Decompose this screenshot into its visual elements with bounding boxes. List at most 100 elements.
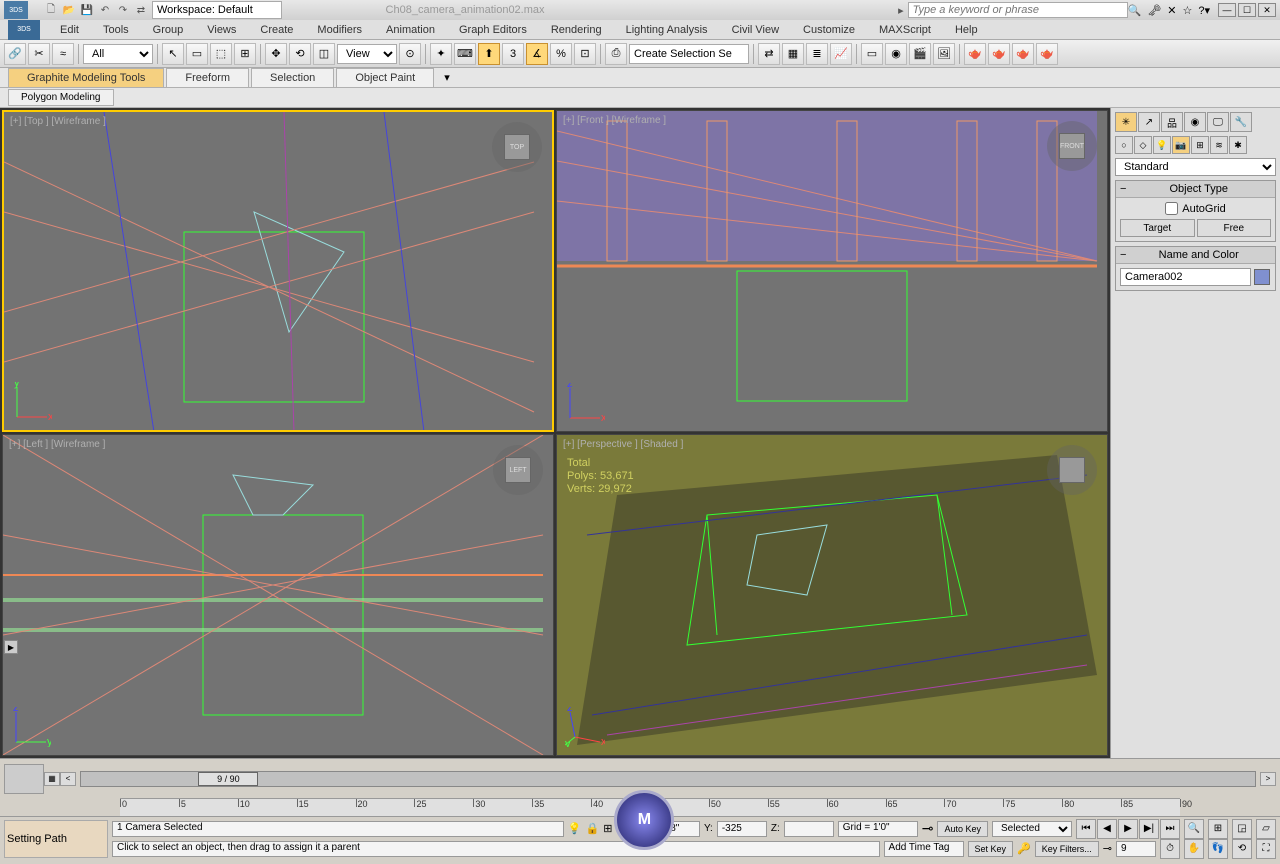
cameras-cat[interactable]: 📷 [1172, 136, 1190, 154]
curve-editor-button[interactable]: 📈 [830, 43, 852, 65]
select-button[interactable]: ↖ [162, 43, 184, 65]
autokey-button[interactable]: Auto Key [937, 821, 988, 837]
rollout-header-nc[interactable]: −Name and Color [1116, 247, 1275, 264]
vp-front-label[interactable]: [+] [Front ] [Wireframe ] [563, 115, 666, 126]
time-tag[interactable]: Add Time Tag [884, 841, 964, 857]
modify-tab[interactable]: ↗ [1138, 112, 1160, 132]
ribbon-selection[interactable]: Selection [251, 68, 334, 87]
geometry-cat[interactable]: ○ [1115, 136, 1133, 154]
create-tab[interactable]: ✳ [1115, 112, 1137, 132]
free-button[interactable]: Free [1197, 219, 1272, 237]
target-button[interactable]: Target [1120, 219, 1195, 237]
snap-button[interactable]: ⬆ [478, 43, 500, 65]
named-sel-dropdown[interactable] [629, 44, 749, 64]
play-button[interactable]: ▶ [1118, 819, 1138, 839]
systems-cat[interactable]: ✱ [1229, 136, 1247, 154]
menu-lighting[interactable]: Lighting Analysis [614, 24, 720, 36]
render-as-button[interactable]: 🫖 [1036, 43, 1058, 65]
setkey-icon[interactable]: 🔑 [1017, 842, 1031, 855]
ref-coord-dropdown[interactable]: View [337, 44, 397, 64]
exchange-icon[interactable]: ✕ [1167, 4, 1176, 17]
menu-edit[interactable]: Edit [48, 24, 91, 36]
nav-zoomext-button[interactable]: ◲ [1232, 819, 1252, 839]
hierarchy-tab[interactable]: 品 [1161, 112, 1183, 132]
curve-editor-mini[interactable]: ▦ [44, 772, 60, 786]
close-button[interactable]: ✕ [1258, 3, 1276, 17]
play-animation-icon[interactable]: ▶ [4, 640, 18, 654]
object-name-input[interactable] [1120, 268, 1251, 286]
menu-rendering[interactable]: Rendering [539, 24, 614, 36]
menu-help[interactable]: Help [943, 24, 990, 36]
scale-button[interactable]: ◫ [313, 43, 335, 65]
move-button[interactable]: ✥ [265, 43, 287, 65]
vp-left-label[interactable]: [+] [Left ] [Wireframe ] [9, 439, 105, 450]
isolate-icon[interactable]: ⊞ [603, 822, 612, 835]
open-icon[interactable]: 📂 [62, 3, 76, 17]
percent-snap-button[interactable]: ∡ [526, 43, 548, 65]
save-icon[interactable]: 💾 [80, 3, 94, 17]
utilities-tab[interactable]: 🔧 [1230, 112, 1252, 132]
category-dropdown[interactable]: Standard [1115, 158, 1276, 176]
menu-tools[interactable]: Tools [91, 24, 141, 36]
viewport-left[interactable]: [+] [Left ] [Wireframe ] LEFT yz [2, 434, 554, 756]
keyboard-button[interactable]: ⌨ [454, 43, 476, 65]
ribbon-graphite[interactable]: Graphite Modeling Tools [8, 68, 164, 87]
app-menu[interactable]: 3DS [8, 20, 40, 40]
setkey-button[interactable]: Set Key [968, 841, 1014, 857]
key-icon[interactable]: 🗝 [1147, 4, 1161, 17]
menu-group[interactable]: Group [141, 24, 196, 36]
ribbon-freeform[interactable]: Freeform [166, 68, 249, 87]
viewcube-front[interactable]: FRONT [1047, 121, 1097, 171]
undo-icon[interactable]: ↶ [98, 3, 112, 17]
spacewarps-cat[interactable]: ≋ [1210, 136, 1228, 154]
viewcube-left[interactable]: LEFT [493, 445, 543, 495]
time-config-button[interactable]: ⏱ [1160, 839, 1180, 859]
ribbon-expand-icon[interactable]: ▾ [444, 71, 450, 84]
goto-end-button[interactable]: ⏭ [1160, 819, 1180, 839]
unlink-button[interactable]: ✂ [28, 43, 50, 65]
time-slider[interactable]: 9 / 90 [80, 771, 1256, 787]
coord-z[interactable] [784, 821, 834, 837]
next-frame-button[interactable]: ▶| [1139, 819, 1159, 839]
key-icon-status[interactable]: ⊸ [922, 820, 934, 837]
maxscript-listener[interactable]: Setting Path [4, 820, 108, 858]
display-tab[interactable]: 🖵 [1207, 112, 1229, 132]
binoculars-icon[interactable]: 🔍 [1128, 4, 1142, 17]
rotate-button[interactable]: ⟲ [289, 43, 311, 65]
object-color-swatch[interactable] [1254, 269, 1270, 285]
viewport-top[interactable]: [+] [Top ] [Wireframe ] TOP xy [2, 110, 554, 432]
minimize-button[interactable]: — [1218, 3, 1236, 17]
coord-y[interactable] [717, 821, 767, 837]
motion-tab[interactable]: ◉ [1184, 112, 1206, 132]
manipulate-button[interactable]: ✦ [430, 43, 452, 65]
link-button[interactable]: 🔗 [4, 43, 26, 65]
keymode-dropdown[interactable]: Selected [992, 821, 1072, 837]
selection-filter[interactable]: All [83, 44, 153, 64]
mirror-button[interactable]: ⇄ [758, 43, 780, 65]
menu-civil[interactable]: Civil View [720, 24, 791, 36]
trackbar-toggle[interactable] [4, 764, 44, 794]
nav-zoomall-button[interactable]: ⊞ [1208, 819, 1228, 839]
maximize-button[interactable]: ☐ [1238, 3, 1256, 17]
favorite-icon[interactable]: ☆ [1182, 4, 1192, 17]
bind-button[interactable]: ≈ [52, 43, 74, 65]
rollout-header[interactable]: −Object Type [1116, 181, 1275, 198]
menu-create[interactable]: Create [248, 24, 305, 36]
lights-cat[interactable]: 💡 [1153, 136, 1171, 154]
render-prod-button[interactable]: 🫖 [988, 43, 1010, 65]
schematic-button[interactable]: ▭ [861, 43, 883, 65]
current-frame-input[interactable] [1116, 841, 1156, 857]
nav-pan-button[interactable]: ✋ [1184, 839, 1204, 859]
named-sel-button[interactable]: ⎙ [605, 43, 627, 65]
viewcube-persp[interactable] [1047, 445, 1097, 495]
menu-animation[interactable]: Animation [374, 24, 447, 36]
time-thumb[interactable]: 9 / 90 [198, 772, 258, 786]
window-cross-button[interactable]: ⊞ [234, 43, 256, 65]
selection-lock-icon[interactable]: 🔒 [586, 822, 600, 835]
edit-button[interactable]: ⊡ [574, 43, 596, 65]
workspace-dropdown[interactable] [152, 1, 282, 19]
layers-button[interactable]: ≣ [806, 43, 828, 65]
menu-views[interactable]: Views [195, 24, 248, 36]
render-frame-button[interactable]: 🖼 [933, 43, 955, 65]
keyfilters-button[interactable]: Key Filters... [1035, 841, 1099, 857]
